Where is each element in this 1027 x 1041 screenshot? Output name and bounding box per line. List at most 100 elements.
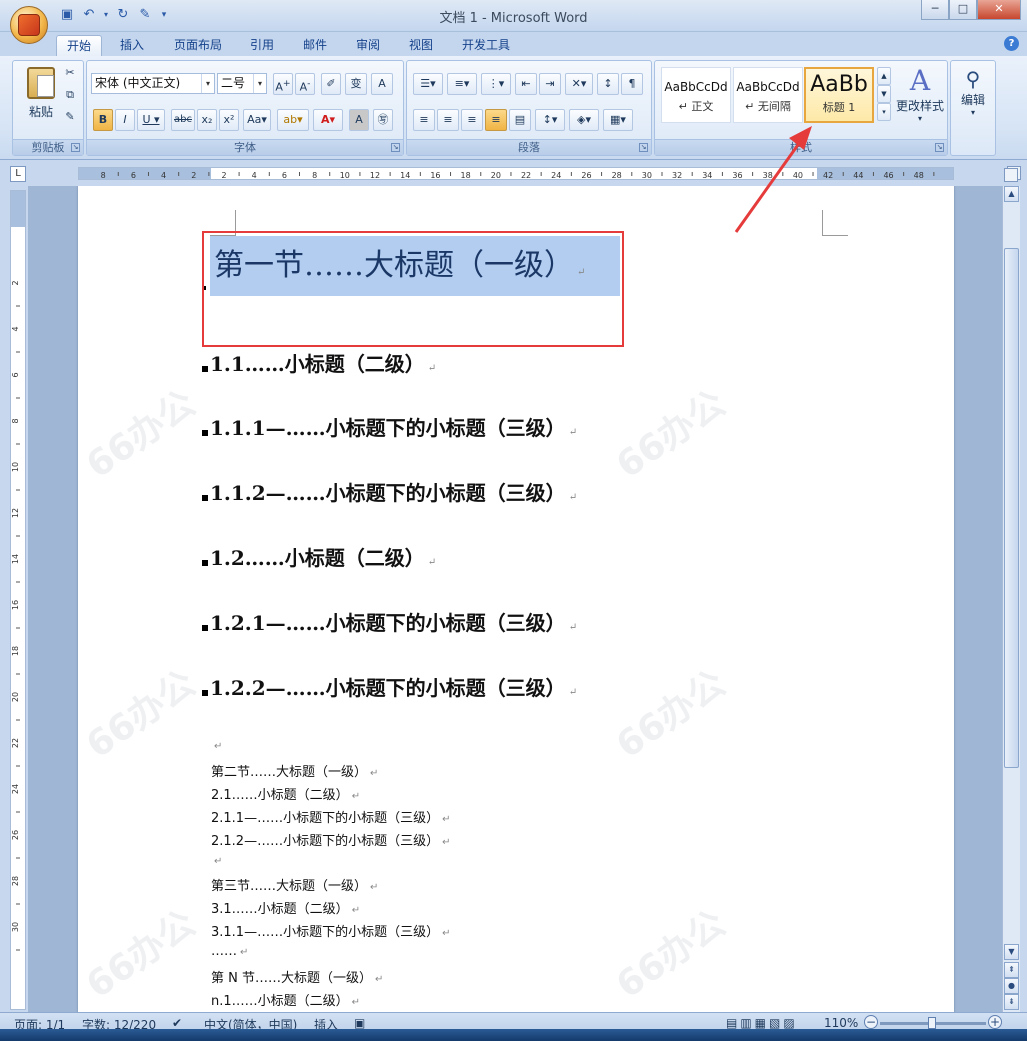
shrink-font-button[interactable]: A-	[295, 73, 315, 95]
enclose-char-button[interactable]: ㊢	[373, 109, 393, 131]
zoom-knob[interactable]	[928, 1017, 936, 1029]
view-buttons[interactable]: ▤▥▦▧▨	[726, 1016, 798, 1030]
font-size-combo[interactable]: 二号 ▾	[217, 73, 267, 94]
borders-button[interactable]: ▦▾	[603, 109, 633, 131]
document-area[interactable]: 第一节……大标题（一级） ↵ 1.1……小标题（二级） ↵ 1.1.1—……小标题下的…	[28, 186, 1002, 1012]
styles-launcher-icon[interactable]: ↘	[935, 143, 944, 152]
body-line[interactable]: …… ↵	[211, 944, 248, 959]
clipboard-launcher-icon[interactable]: ↘	[71, 143, 80, 152]
distributed-button[interactable]: ▤	[509, 109, 531, 131]
prev-page-icon[interactable]: ⇞	[1004, 962, 1019, 978]
strikethrough-button[interactable]: abc	[171, 109, 195, 131]
heading-2[interactable]: 1.1……小标题（二级） ↵	[210, 348, 436, 377]
scroll-down-icon[interactable]: ▼	[1004, 944, 1019, 960]
bullets-button[interactable]: ☰▾	[413, 73, 443, 95]
style-heading-1[interactable]: AaBb 标题 1	[804, 67, 874, 123]
editing-button[interactable]: ⚲ 编辑 ▾	[951, 67, 995, 117]
heading-3[interactable]: 1.1.2—……小标题下的小标题（三级） ↵	[210, 477, 577, 506]
scroll-thumb[interactable]	[1004, 248, 1019, 768]
char-border-button[interactable]: A	[371, 73, 393, 95]
body-line[interactable]: ↵	[211, 853, 222, 868]
multilevel-list-button[interactable]: ⋮▾	[481, 73, 511, 95]
tab-references[interactable]: 引用	[240, 35, 284, 56]
change-styles-button[interactable]: A 更改样式 ▾	[895, 65, 945, 124]
paste-button[interactable]: 粘贴	[21, 67, 61, 133]
heading-2[interactable]: 1.2……小标题（二级） ↵	[210, 542, 436, 571]
shading-button[interactable]: ◈▾	[569, 109, 599, 131]
tab-developer[interactable]: 开发工具	[452, 35, 520, 56]
body-line[interactable]: 3.1……小标题（二级） ↵	[211, 898, 360, 917]
help-icon[interactable]: ?	[1004, 36, 1019, 51]
vertical-scrollbar[interactable]: ▲ ▼ ⇞ ● ⇟	[1002, 186, 1020, 1012]
grow-font-button[interactable]: A+	[273, 73, 293, 95]
superscript-button[interactable]: x²	[219, 109, 239, 131]
styles-more-icon[interactable]: ▾	[877, 103, 891, 121]
heading-3[interactable]: 1.2.2—……小标题下的小标题（三级） ↵	[210, 672, 577, 701]
office-button[interactable]	[10, 6, 48, 44]
view-ruler-side-icon[interactable]	[1004, 168, 1018, 182]
next-page-icon[interactable]: ⇟	[1004, 994, 1019, 1010]
tab-review[interactable]: 审阅	[346, 35, 390, 56]
align-right-button[interactable]: ≡	[461, 109, 483, 131]
increase-indent-button[interactable]: ⇥	[539, 73, 561, 95]
char-shading-button[interactable]: A	[349, 109, 369, 131]
font-color-button[interactable]: A▾	[313, 109, 343, 131]
body-line[interactable]: 第二节……大标题（一级） ↵	[211, 761, 378, 780]
sort-button[interactable]: ↕	[597, 73, 619, 95]
subscript-button[interactable]: x₂	[197, 109, 217, 131]
styles-scroll-up-icon[interactable]: ▲	[877, 67, 891, 85]
decrease-indent-button[interactable]: ⇤	[515, 73, 537, 95]
line-spacing-button[interactable]: ↕▾	[535, 109, 565, 131]
format-painter-icon[interactable]: ✎	[61, 109, 79, 127]
highlight-button[interactable]: ab▾	[277, 109, 309, 131]
tab-page-layout[interactable]: 页面布局	[164, 35, 232, 56]
tab-view[interactable]: 视图	[399, 35, 443, 56]
tab-insert[interactable]: 插入	[110, 35, 154, 56]
heading-3[interactable]: 1.1.1—……小标题下的小标题（三级） ↵	[210, 412, 577, 441]
heading-1-selected[interactable]: 第一节……大标题（一级） ↵	[210, 236, 620, 296]
style-no-spacing[interactable]: AaBbCcDd ↵ 无间隔	[733, 67, 803, 123]
tab-selector-icon[interactable]: L	[10, 166, 26, 182]
body-line[interactable]: 2.1.2—……小标题下的小标题（三级） ↵	[211, 830, 450, 849]
scroll-up-icon[interactable]: ▲	[1004, 186, 1019, 202]
body-line[interactable]: 3.1.1—……小标题下的小标题（三级） ↵	[211, 921, 450, 940]
zoom-out-icon[interactable]: −	[864, 1015, 878, 1029]
asian-layout-button[interactable]: ✕▾	[565, 73, 593, 95]
maximize-button[interactable]: □	[949, 0, 977, 20]
body-line[interactable]: 第 N 节……大标题（一级） ↵	[211, 967, 383, 986]
clear-format-button[interactable]: ✐	[321, 73, 341, 95]
macro-record-icon[interactable]: ▣	[354, 1016, 365, 1030]
align-left-button[interactable]: ≡	[413, 109, 435, 131]
cut-icon[interactable]: ✂	[61, 65, 79, 83]
zoom-level[interactable]: 110%	[824, 1016, 858, 1030]
close-button[interactable]: ✕	[977, 0, 1021, 20]
minimize-button[interactable]: ─	[921, 0, 949, 20]
body-line[interactable]: n.1……小标题（二级） ↵	[211, 990, 360, 1009]
proofing-icon[interactable]: ✔	[172, 1016, 182, 1030]
zoom-in-icon[interactable]: +	[988, 1015, 1002, 1029]
heading-3[interactable]: 1.2.1—……小标题下的小标题（三级） ↵	[210, 607, 577, 636]
justify-button[interactable]: ≡	[485, 109, 507, 131]
bold-button[interactable]: B	[93, 109, 113, 131]
style-normal[interactable]: AaBbCcDd ↵ 正文	[661, 67, 731, 123]
body-line[interactable]: 2.1……小标题（二级） ↵	[211, 784, 360, 803]
align-center-button[interactable]: ≡	[437, 109, 459, 131]
numbering-button[interactable]: ≡▾	[447, 73, 477, 95]
underline-button[interactable]: U ▾	[137, 109, 165, 131]
show-marks-button[interactable]: ¶	[621, 73, 643, 95]
change-case-button[interactable]: Aa▾	[243, 109, 271, 131]
document-page[interactable]: 第一节……大标题（一级） ↵ 1.1……小标题（二级） ↵ 1.1.1—……小标题下的…	[78, 186, 954, 1012]
copy-icon[interactable]: ⧉	[61, 87, 79, 105]
tab-mailings[interactable]: 邮件	[293, 35, 337, 56]
tab-home[interactable]: 开始	[56, 35, 103, 56]
font-launcher-icon[interactable]: ↘	[391, 143, 400, 152]
italic-button[interactable]: I	[115, 109, 135, 131]
body-line[interactable]: ↵	[211, 738, 222, 753]
styles-scroll-down-icon[interactable]: ▼	[877, 85, 891, 103]
paragraph-launcher-icon[interactable]: ↘	[639, 143, 648, 152]
body-line[interactable]: 第三节……大标题（一级） ↵	[211, 875, 378, 894]
zoom-slider[interactable]	[880, 1017, 986, 1029]
phonetic-guide-button[interactable]: 变	[345, 73, 367, 95]
vertical-ruler[interactable]: 2 4 6 8 10 12 14 16 18 20 22 24 26 28 30	[10, 190, 26, 1010]
horizontal-ruler[interactable]: 8 6 4 2 2 4 6 8 10 12 14 16 18 20 22 24 26 28 30 32 34 36 38 40…	[78, 167, 954, 180]
